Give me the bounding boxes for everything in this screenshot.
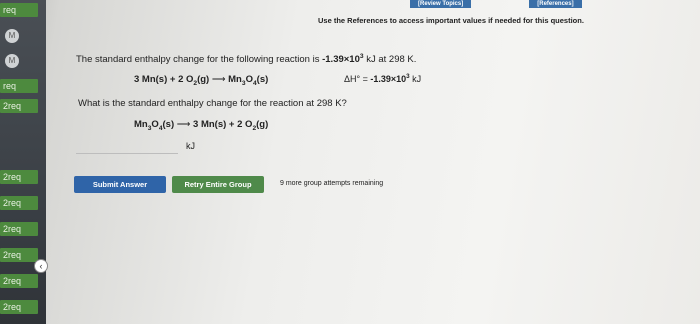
attempts-remaining: 9 more group attempts remaining — [280, 180, 384, 187]
sidebar-item-11[interactable]: 2req — [0, 300, 38, 314]
question-prompt: What is the standard enthalpy change for… — [78, 98, 347, 109]
reaction-arrow-icon: ⟶ — [176, 119, 191, 130]
references-note: Use the References to access important v… — [318, 16, 584, 25]
sidebar-item-7[interactable]: 2req — [0, 196, 38, 210]
sidebar: req M M req 2req 2req 2req 2req 2req 2re… — [0, 0, 46, 324]
sidebar-item-5[interactable]: 2req — [0, 99, 38, 113]
answer-unit: kJ — [186, 141, 195, 151]
review-topics-link[interactable]: [Review Topics] — [410, 0, 472, 8]
sidebar-item-4[interactable]: req — [0, 79, 38, 93]
sidebar-item-6[interactable]: 2req — [0, 170, 38, 184]
sidebar-item-8[interactable]: 2req — [0, 222, 38, 236]
top-links: [Review Topics] [References] — [410, 0, 582, 9]
enthalpy-value: ΔH° = -1.39×103 kJ — [344, 73, 422, 84]
sidebar-item-1[interactable]: req — [0, 3, 38, 17]
question-intro: The standard enthalpy change for the fol… — [76, 52, 417, 65]
submit-answer-button[interactable]: Submit Answer — [74, 176, 166, 193]
reaction-equation-1: 3 Mn(s) + 2 O2(g) ⟶ Mn3O4(s) — [134, 74, 269, 87]
sidebar-item-2[interactable]: M — [5, 29, 19, 43]
reaction-arrow-icon: ⟶ — [211, 74, 226, 85]
retry-group-button[interactable]: Retry Entire Group — [172, 176, 264, 193]
references-link[interactable]: [References] — [529, 0, 582, 8]
answer-input[interactable] — [76, 137, 178, 154]
sidebar-item-3[interactable]: M — [5, 54, 19, 68]
sidebar-item-9[interactable]: 2req — [0, 248, 38, 262]
chevron-left-icon[interactable]: ‹ — [34, 259, 48, 273]
reaction-equation-2: Mn3O4(s) ⟶ 3 Mn(s) + 2 O2(g) — [134, 119, 269, 132]
sidebar-item-10[interactable]: 2req — [0, 274, 38, 288]
